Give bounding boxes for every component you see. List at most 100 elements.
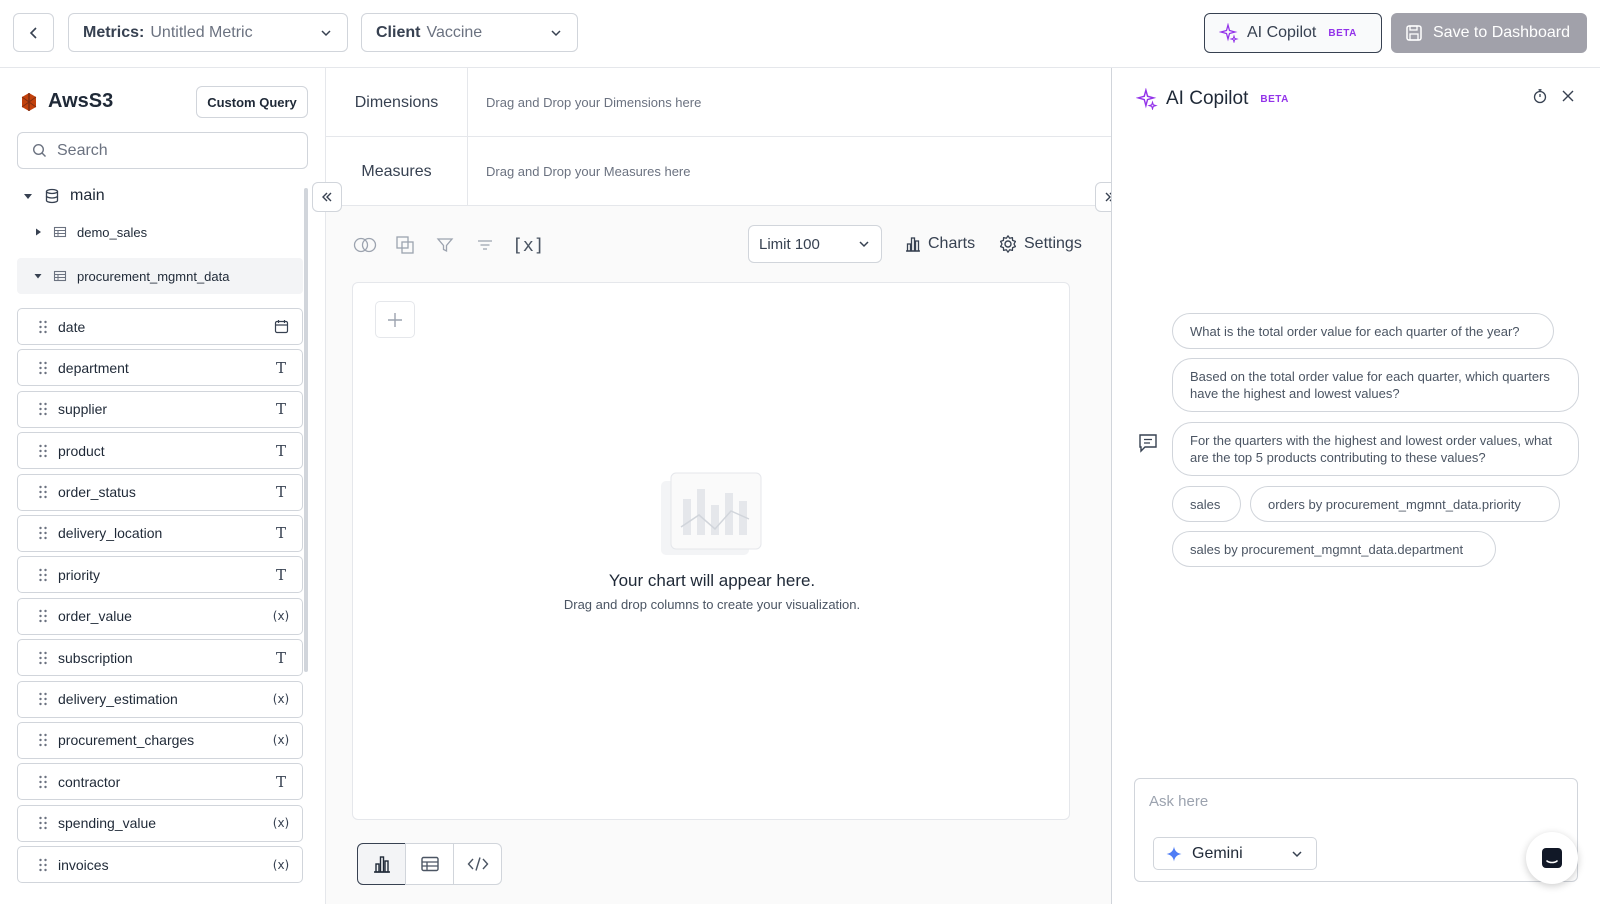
suggestion-chip[interactable]: What is the total order value for each q… bbox=[1172, 313, 1554, 349]
copilot-header: AI Copilot BETA bbox=[1136, 88, 1289, 110]
charts-button[interactable]: Charts bbox=[904, 225, 975, 263]
drag-handle-icon[interactable] bbox=[38, 320, 48, 334]
field-item[interactable]: invoices (x) bbox=[17, 846, 303, 884]
drag-handle-icon[interactable] bbox=[38, 733, 48, 747]
drag-handle-icon[interactable] bbox=[38, 361, 48, 375]
top-bar: Metrics: Untitled Metric Client Vaccine … bbox=[0, 0, 1600, 68]
drag-handle-icon[interactable] bbox=[38, 609, 48, 623]
field-item[interactable]: date bbox=[17, 308, 303, 345]
variable-type-icon: (x) bbox=[272, 609, 290, 624]
field-item[interactable]: product T bbox=[17, 432, 303, 470]
field-item[interactable]: supplier T bbox=[17, 390, 303, 428]
calendar-icon bbox=[272, 319, 290, 334]
text-type-icon: T bbox=[275, 400, 286, 419]
chat-icon bbox=[1542, 848, 1562, 868]
measures-hint: Drag and Drop your Measures here bbox=[486, 164, 691, 179]
search-placeholder: Search bbox=[57, 141, 108, 159]
query-toolbar: [x] bbox=[352, 232, 545, 258]
search-icon bbox=[32, 143, 46, 157]
drag-handle-icon[interactable] bbox=[38, 816, 48, 830]
ask-input[interactable]: Ask here Gemini bbox=[1134, 778, 1578, 882]
drag-handle-icon[interactable] bbox=[38, 775, 48, 789]
suggestion-chip[interactable]: sales by procurement_mgmnt_data.departme… bbox=[1172, 531, 1496, 567]
suggestion-chip[interactable]: sales bbox=[1172, 486, 1241, 522]
metric-select[interactable]: Metrics: Untitled Metric bbox=[68, 13, 348, 52]
chevrons-left-icon bbox=[322, 192, 332, 202]
field-item[interactable]: delivery_estimation (x) bbox=[17, 680, 303, 718]
field-item[interactable]: priority T bbox=[17, 556, 303, 594]
caret-down-icon bbox=[24, 194, 32, 199]
reset-timer-icon[interactable] bbox=[1532, 88, 1548, 104]
text-type-icon: T bbox=[275, 483, 286, 502]
drag-handle-icon[interactable] bbox=[38, 858, 48, 872]
variables-button[interactable]: [x] bbox=[512, 232, 545, 258]
chart-canvas[interactable]: Your chart will appear here. Drag and dr… bbox=[352, 282, 1070, 820]
settings-label: Settings bbox=[1024, 235, 1082, 252]
ai-copilot-button[interactable]: AI Copilot BETA bbox=[1204, 13, 1382, 53]
tree-schema-main[interactable]: main bbox=[22, 184, 105, 208]
field-name: delivery_location bbox=[58, 525, 163, 542]
custom-query-button[interactable]: Custom Query bbox=[196, 86, 308, 118]
tree-table-procurement-mgmnt-data[interactable]: procurement_mgmnt_data bbox=[17, 258, 303, 294]
field-item[interactable]: spending_value (x) bbox=[17, 804, 303, 842]
limit-select[interactable]: Limit 100 bbox=[748, 225, 882, 263]
beta-badge: BETA bbox=[1260, 93, 1289, 105]
filter-button[interactable] bbox=[432, 232, 458, 258]
suggestion-chip[interactable]: Based on the total order value for each … bbox=[1172, 358, 1579, 412]
field-list: date department Tsupplier T product Torder_st… bbox=[17, 308, 303, 887]
suggestion-chip[interactable]: orders by procurement_mgmnt_data.priorit… bbox=[1250, 486, 1560, 522]
field-item[interactable]: subscription T bbox=[17, 639, 303, 677]
add-chart-button[interactable] bbox=[375, 301, 415, 338]
text-type-icon: T bbox=[275, 648, 286, 667]
ai-copilot-panel: AI Copilot BETA What is the total order … bbox=[1111, 68, 1600, 904]
tree-table-demo-sales[interactable]: demo_sales bbox=[33, 220, 147, 244]
database-icon bbox=[45, 188, 59, 204]
drag-handle-icon[interactable] bbox=[38, 485, 48, 499]
save-to-dashboard-button[interactable]: Save to Dashboard bbox=[1391, 13, 1587, 53]
tree-table-label: procurement_mgmnt_data bbox=[77, 268, 230, 284]
client-select[interactable]: Client Vaccine bbox=[361, 13, 578, 52]
back-button[interactable] bbox=[13, 13, 54, 52]
chart-view-button[interactable] bbox=[357, 843, 406, 885]
save-to-dashboard-label: Save to Dashboard bbox=[1433, 24, 1570, 41]
field-item[interactable]: order_value (x) bbox=[17, 597, 303, 635]
union-button[interactable] bbox=[392, 232, 418, 258]
drag-handle-icon[interactable] bbox=[38, 692, 48, 706]
field-item[interactable]: order_status T bbox=[17, 473, 303, 511]
search-input[interactable]: Search bbox=[17, 132, 308, 169]
model-select[interactable]: Gemini bbox=[1153, 837, 1317, 870]
filter-icon bbox=[436, 238, 454, 253]
settings-button[interactable]: Settings bbox=[998, 225, 1082, 263]
close-icon[interactable] bbox=[1560, 88, 1576, 104]
drag-handle-icon[interactable] bbox=[38, 568, 48, 582]
table-view-button[interactable] bbox=[405, 843, 454, 885]
client-select-label: Client bbox=[376, 23, 421, 41]
field-item[interactable]: contractor T bbox=[17, 763, 303, 801]
measures-drop-zone[interactable]: Measures Drag and Drop your Measures her… bbox=[326, 137, 1111, 206]
field-name: invoices bbox=[58, 856, 109, 873]
field-item[interactable]: delivery_location T bbox=[17, 514, 303, 552]
field-name: contractor bbox=[58, 773, 121, 790]
text-type-icon: T bbox=[275, 441, 286, 460]
metric-select-label: Metrics: bbox=[83, 23, 145, 41]
field-name: subscription bbox=[58, 649, 133, 666]
chat-launcher-button[interactable] bbox=[1526, 832, 1578, 884]
drag-handle-icon[interactable] bbox=[38, 651, 48, 665]
drag-handle-icon[interactable] bbox=[38, 444, 48, 458]
field-item[interactable]: procurement_charges (x) bbox=[17, 721, 303, 759]
chevron-down-icon bbox=[551, 29, 561, 36]
sparkle-icon bbox=[1136, 88, 1158, 110]
drag-handle-icon[interactable] bbox=[38, 402, 48, 416]
query-builder: Dimensions Drag and Drop your Dimensions… bbox=[312, 68, 1125, 904]
drag-handle-icon[interactable] bbox=[38, 526, 48, 540]
sparkle-icon bbox=[1219, 23, 1239, 43]
sidebar-scrollbar[interactable] bbox=[304, 188, 308, 672]
suggestion-chip[interactable]: For the quarters with the highest and lo… bbox=[1172, 422, 1579, 476]
join-button[interactable] bbox=[352, 232, 378, 258]
field-item[interactable]: department T bbox=[17, 349, 303, 387]
dimensions-drop-zone[interactable]: Dimensions Drag and Drop your Dimensions… bbox=[326, 68, 1111, 137]
collapse-left-button[interactable] bbox=[312, 182, 342, 212]
code-view-button[interactable] bbox=[453, 843, 502, 885]
sort-button[interactable] bbox=[472, 232, 498, 258]
charts-label: Charts bbox=[928, 235, 976, 252]
